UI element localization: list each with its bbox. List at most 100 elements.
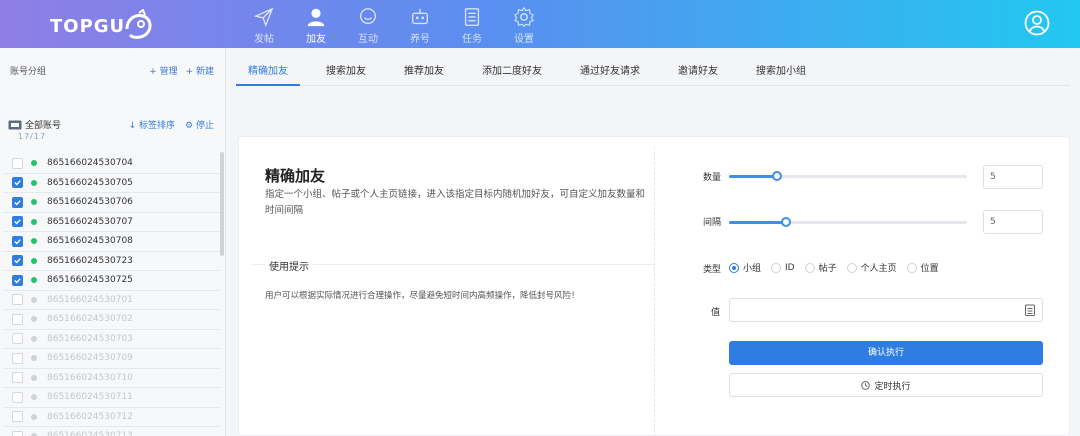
tab-4[interactable]: 通过好友请求	[568, 60, 652, 86]
gear-icon	[513, 6, 535, 27]
radio-circle[interactable]	[771, 262, 782, 273]
type-radio-option[interactable]: 个人主页	[846, 261, 897, 274]
tab-3[interactable]: 添加二度好友	[470, 60, 554, 86]
manage-link[interactable]: + 管理	[149, 64, 177, 77]
radio-circle[interactable]	[804, 262, 815, 273]
top-bar: TOPGU 发帖 加友 互动 养号 任务 设置	[0, 0, 1080, 48]
account-checkbox[interactable]	[12, 196, 23, 208]
tab-1[interactable]: 搜索加友	[314, 60, 378, 86]
account-checkbox[interactable]	[12, 294, 23, 306]
radio-label: ID	[785, 262, 795, 273]
tab-0[interactable]: 精确加友	[236, 60, 300, 86]
quantity-slider-handle[interactable]	[772, 171, 782, 181]
account-row[interactable]: 865166024530706	[4, 193, 220, 213]
status-dot	[31, 355, 37, 362]
account-row[interactable]: 865166024530725	[4, 271, 220, 291]
nav-settings[interactable]: 设置	[498, 6, 550, 46]
radio-circle[interactable]	[906, 262, 917, 273]
account-checkbox[interactable]	[12, 352, 23, 364]
panel-divider	[654, 147, 655, 436]
account-group-header: 账号分组 + 管理 + 新建	[10, 64, 214, 77]
account-row[interactable]: 865166024530710	[4, 369, 220, 388]
new-group-link[interactable]: + 新建	[186, 64, 214, 77]
radio-label: 个人主页	[860, 264, 897, 274]
schedule-execute-button[interactable]: 定时执行	[729, 373, 1043, 397]
all-accounts-label[interactable]: 全部账号	[25, 118, 61, 131]
status-dot	[31, 257, 37, 264]
account-row[interactable]: 865166024530709	[4, 349, 220, 369]
quantity-slider[interactable]	[729, 171, 967, 181]
account-checkbox[interactable]	[12, 177, 23, 189]
account-row[interactable]: 865166024530701	[4, 291, 220, 310]
type-radio-option[interactable]: 位置	[906, 261, 939, 274]
type-radio-option[interactable]: ID	[771, 262, 795, 273]
status-dot	[31, 316, 37, 323]
status-dot	[31, 374, 37, 381]
quantity-input[interactable]: 5	[983, 165, 1043, 189]
account-row[interactable]: 865166024530713	[4, 427, 220, 436]
radio-circle[interactable]	[846, 262, 857, 273]
radio-circle[interactable]	[729, 262, 739, 273]
account-checkbox[interactable]	[12, 372, 23, 384]
account-id: 865166024530712	[47, 411, 133, 422]
add-friend-icon	[307, 8, 325, 27]
account-checkbox[interactable]	[12, 157, 23, 169]
confirm-execute-button[interactable]: 确认执行	[729, 341, 1043, 365]
radio-label: 帖子	[818, 264, 837, 274]
account-row[interactable]: 865166024530707	[4, 213, 220, 232]
sidebar-scrollbar[interactable]	[220, 152, 224, 256]
account-checkbox[interactable]	[12, 411, 23, 423]
value-input[interactable]	[729, 298, 1043, 322]
account-id: 865166024530713	[47, 431, 133, 436]
account-id: 865166024530709	[47, 353, 133, 364]
check-icon	[14, 277, 21, 284]
nav-tasks[interactable]: 任务	[446, 6, 498, 46]
account-row[interactable]: 865166024530703	[4, 330, 220, 349]
status-dot	[31, 160, 37, 167]
account-checkbox[interactable]	[12, 216, 23, 228]
nav-add-friend[interactable]: 加友	[290, 6, 342, 46]
status-dot	[31, 296, 37, 303]
nav-label: 互动	[358, 34, 378, 45]
nav-interact[interactable]: 互动	[342, 6, 394, 46]
account-checkbox[interactable]	[12, 430, 23, 436]
account-checkbox[interactable]	[12, 391, 23, 403]
main-nav: 发帖 加友 互动 养号 任务 设置	[238, 6, 550, 46]
quantity-label: 数量	[703, 173, 722, 183]
account-id: 865166024530723	[47, 255, 133, 266]
tab-5[interactable]: 邀请好友	[666, 60, 730, 86]
group-title: 账号分组	[10, 67, 47, 77]
account-checkbox[interactable]	[12, 235, 23, 247]
account-row[interactable]: 865166024530708	[4, 232, 220, 252]
nav-post[interactable]: 发帖	[238, 6, 290, 46]
user-profile-icon[interactable]	[1024, 10, 1050, 36]
account-row[interactable]: 865166024530711	[4, 388, 220, 408]
type-radio-option[interactable]: 帖子	[804, 261, 837, 274]
account-checkbox[interactable]	[12, 333, 23, 345]
account-checkbox[interactable]	[12, 274, 23, 286]
nav-nurture[interactable]: 养号	[394, 6, 446, 46]
account-row[interactable]: 865166024530704	[4, 154, 220, 174]
account-row[interactable]: 865166024530705	[4, 174, 220, 193]
account-row[interactable]: 865166024530712	[4, 408, 220, 427]
tab-6[interactable]: 搜索加小组	[744, 60, 818, 86]
interval-slider-handle[interactable]	[781, 217, 791, 227]
account-checkbox[interactable]	[12, 255, 23, 267]
type-radio-option[interactable]: 小组	[729, 261, 761, 274]
account-id: 865166024530725	[47, 275, 133, 286]
chat-icon	[359, 8, 377, 25]
nav-label: 养号	[410, 34, 430, 45]
stop-button[interactable]: ⚙ 停止	[185, 118, 214, 131]
tab-2[interactable]: 推荐加友	[392, 60, 456, 86]
account-checkbox[interactable]	[12, 313, 23, 325]
logo: TOPGU	[50, 8, 155, 44]
account-row[interactable]: 865166024530723	[4, 252, 220, 271]
account-row[interactable]: 865166024530702	[4, 310, 220, 330]
clipboard-icon[interactable]	[1025, 304, 1035, 316]
interval-input[interactable]: 5	[983, 210, 1043, 234]
all-accounts-row: 全部账号 ↓ 标签排序 ⚙ 停止	[8, 118, 214, 131]
check-icon	[14, 199, 21, 206]
gear-icon: ⚙	[185, 121, 194, 131]
interval-slider[interactable]	[729, 217, 967, 227]
tag-sort-button[interactable]: ↓ 标签排序	[129, 118, 175, 131]
